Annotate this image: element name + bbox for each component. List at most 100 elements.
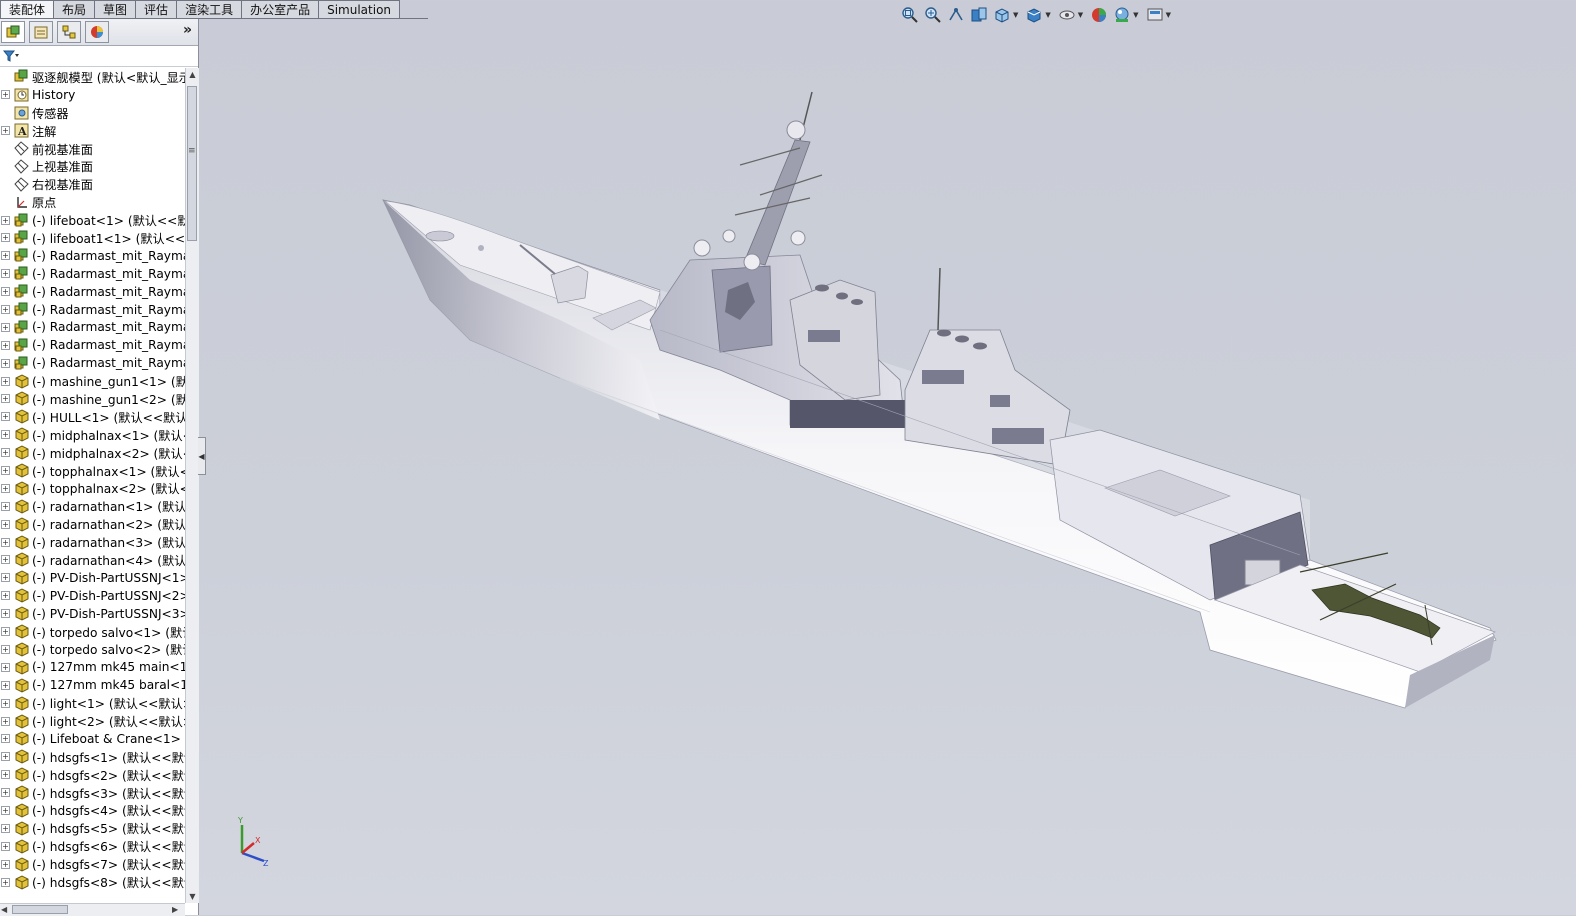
expand-icon[interactable]: + [1, 519, 10, 529]
tab-1[interactable]: 布局 [53, 0, 96, 18]
panel-expand-button[interactable]: » [183, 22, 192, 38]
tree-item[interactable]: + (-) PV-Dish-PartUSSNJ<2> [0, 587, 185, 605]
tree-item[interactable]: + (-) torpedo salvo<1> (默认 [0, 623, 185, 641]
tree-item[interactable]: + (-) radarnathan<1> (默认 [0, 497, 185, 515]
expand-icon[interactable]: + [1, 376, 10, 386]
tree-item[interactable]: 上视基准面 [0, 157, 185, 175]
tree-item[interactable]: + (-) Radarmast_mit_Rayma [0, 283, 185, 301]
h-scroll-thumb[interactable] [12, 905, 68, 914]
tree-item[interactable]: + (-) lifeboat1<1> (默认<<默 [0, 229, 185, 247]
tree-item[interactable]: + (-) 127mm mk45 main<1> [0, 658, 185, 676]
expand-icon[interactable]: + [1, 859, 10, 869]
tree-item[interactable]: + (-) topphalnax<1> (默认< [0, 462, 185, 480]
tree-item[interactable]: + A 注解 [0, 122, 185, 140]
scroll-left-icon[interactable]: ◀ [1, 904, 7, 915]
tree-item[interactable]: 右视基准面 [0, 175, 185, 193]
scroll-up-icon[interactable]: ▲ [186, 68, 199, 81]
tree-item[interactable]: + (-) PV-Dish-PartUSSNJ<1> [0, 569, 185, 587]
expand-icon[interactable]: + [1, 501, 10, 511]
tab-6[interactable]: Simulation [318, 0, 401, 18]
expand-icon[interactable]: + [1, 430, 10, 440]
tree-item[interactable]: + (-) Radarmast_mit_Rayma [0, 318, 185, 336]
chevron-down-icon[interactable]: ▼ [1133, 11, 1138, 19]
tree-item[interactable]: + (-) hdsgfs<8> (默认<<默认 [0, 873, 185, 891]
expand-icon[interactable]: + [1, 537, 10, 547]
tree-item[interactable]: + (-) hdsgfs<1> (默认<<默认 [0, 748, 185, 766]
tree-item[interactable]: + (-) Lifeboat & Crane<1> ( [0, 730, 185, 748]
expand-icon[interactable]: + [1, 251, 10, 261]
configuration-manager-tab[interactable] [57, 21, 81, 43]
property-manager-tab[interactable] [29, 21, 53, 43]
expand-icon[interactable]: + [1, 555, 10, 565]
tree-item[interactable]: + (-) mashine_gun1<2> (默认 [0, 390, 185, 408]
tree-item[interactable]: + (-) Radarmast_mit_Rayma [0, 336, 185, 354]
tree-item[interactable]: + (-) radarnathan<3> (默认 [0, 533, 185, 551]
tree-item[interactable]: + History [0, 86, 185, 104]
tab-3[interactable]: 评估 [135, 0, 178, 18]
expand-icon[interactable]: + [1, 269, 10, 279]
tree-item[interactable]: + (-) hdsgfs<2> (默认<<默认 [0, 766, 185, 784]
expand-icon[interactable]: + [1, 734, 10, 744]
feature-manager-tab[interactable] [1, 21, 25, 43]
tree-item[interactable]: + (-) HULL<1> (默认<<默认 [0, 408, 185, 426]
expand-icon[interactable]: + [1, 466, 10, 476]
tab-4[interactable]: 渲染工具 [176, 0, 243, 18]
tree-item[interactable]: + (-) light<2> (默认<<默认> [0, 712, 185, 730]
graphics-viewport[interactable] [206, 22, 1576, 915]
panel-collapse-handle[interactable]: ◀ [198, 437, 206, 475]
tree-item[interactable]: + (-) midphalnax<1> (默认< [0, 426, 185, 444]
expand-icon[interactable]: + [1, 680, 10, 690]
expand-icon[interactable]: + [1, 841, 10, 851]
expand-icon[interactable]: + [1, 877, 10, 887]
expand-icon[interactable]: + [1, 770, 10, 780]
tree-item[interactable]: + (-) hdsgfs<3> (默认<<默认 [0, 784, 185, 802]
tab-5[interactable]: 办公室产品 [241, 0, 320, 18]
tree-item[interactable]: + (-) PV-Dish-PartUSSNJ<3> [0, 605, 185, 623]
tree-item[interactable]: 驱逐舰模型 (默认<默认_显示状 [0, 68, 185, 86]
tree-item[interactable]: 传感器 [0, 104, 185, 122]
tree-item[interactable]: + (-) hdsgfs<6> (默认<<默认 [0, 837, 185, 855]
chevron-down-icon[interactable]: ▼ [1078, 11, 1083, 19]
tree-item[interactable]: + (-) hdsgfs<4> (默认<<默认 [0, 802, 185, 820]
expand-icon[interactable]: + [1, 788, 10, 798]
tree-item[interactable]: + (-) hdsgfs<5> (默认<<默认 [0, 819, 185, 837]
expand-icon[interactable]: + [1, 573, 10, 583]
expand-icon[interactable]: + [1, 340, 10, 350]
scroll-thumb[interactable] [187, 86, 197, 241]
chevron-down-icon[interactable]: ▼ [1013, 11, 1018, 19]
tree-item[interactable]: + (-) radarnathan<2> (默认 [0, 515, 185, 533]
destroyer-model[interactable] [382, 91, 1497, 709]
tree-item[interactable]: + (-) 127mm mk45 baral<1 [0, 676, 185, 694]
scroll-down-icon[interactable]: ▼ [186, 890, 199, 903]
expand-icon[interactable]: + [1, 591, 10, 601]
tree-vertical-scrollbar[interactable]: ▲ ≡ ▼ [185, 68, 199, 903]
tree-item[interactable]: + (-) torpedo salvo<2> (默认 [0, 641, 185, 659]
expand-icon[interactable]: + [1, 609, 10, 619]
chevron-down-icon[interactable]: ▼ [1045, 11, 1050, 19]
chevron-down-icon[interactable]: ▼ [1166, 11, 1171, 19]
expand-icon[interactable]: + [1, 287, 10, 297]
expand-icon[interactable]: + [1, 394, 10, 404]
expand-icon[interactable]: + [1, 823, 10, 833]
expand-icon[interactable]: + [1, 233, 10, 243]
tree-item[interactable]: + (-) Radarmast_mit_Rayma [0, 265, 185, 283]
tab-0[interactable]: 装配体 [0, 0, 55, 19]
expand-icon[interactable]: + [1, 805, 10, 815]
expand-icon[interactable]: + [1, 716, 10, 726]
tree-item[interactable]: + (-) Radarmast_mit_Rayma [0, 247, 185, 265]
expand-icon[interactable]: + [1, 698, 10, 708]
expand-icon[interactable]: + [1, 448, 10, 458]
expand-icon[interactable]: + [1, 215, 10, 225]
tree-item[interactable]: + (-) Radarmast_mit_Rayma [0, 301, 185, 319]
expand-icon[interactable]: + [1, 322, 10, 332]
tree-item[interactable]: + (-) hdsgfs<7> (默认<<默认 [0, 855, 185, 873]
tree-item[interactable]: + (-) Radarmast_mit_Rayma [0, 354, 185, 372]
tree-item[interactable]: 原点 [0, 193, 185, 211]
expand-icon[interactable]: + [1, 752, 10, 762]
tree-item[interactable]: + (-) light<1> (默认<<默认> [0, 694, 185, 712]
tree-item[interactable]: + (-) topphalnax<2> (默认< [0, 479, 185, 497]
tree-item[interactable]: + (-) radarnathan<4> (默认 [0, 551, 185, 569]
expand-icon[interactable]: + [1, 90, 10, 100]
tree-item[interactable]: 前视基准面 [0, 140, 185, 158]
tree-horizontal-scrollbar[interactable]: ◀ ▶ [0, 903, 185, 916]
